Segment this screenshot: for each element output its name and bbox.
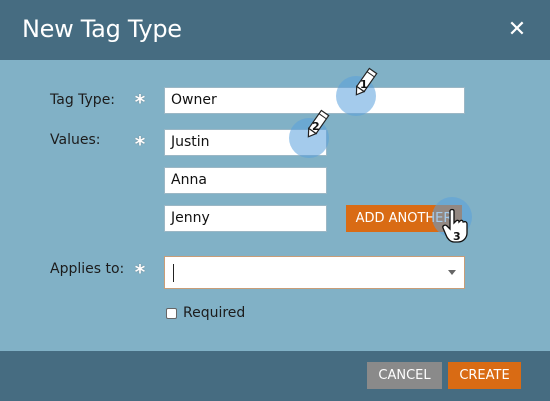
applies-to-select[interactable] xyxy=(164,256,465,289)
step-number-1: 1 xyxy=(360,78,368,91)
required-checkbox-label[interactable]: Required xyxy=(183,305,245,321)
text-caret xyxy=(173,264,174,282)
step-number-3: 3 xyxy=(453,230,461,243)
required-asterisk-icon: * xyxy=(134,260,146,284)
create-button[interactable]: CREATE xyxy=(448,362,521,389)
cancel-button[interactable]: CANCEL xyxy=(367,362,442,389)
required-asterisk-icon: * xyxy=(134,90,146,114)
values-label: Values: xyxy=(50,132,101,148)
step-number-2: 2 xyxy=(312,120,320,133)
dialog-header: New Tag Type ✕ xyxy=(0,0,550,60)
tag-type-label: Tag Type: xyxy=(50,92,116,108)
close-icon[interactable]: ✕ xyxy=(506,19,528,41)
value-input-3[interactable]: Jenny xyxy=(164,205,327,232)
applies-to-label: Applies to: xyxy=(50,261,125,277)
required-asterisk-icon: * xyxy=(134,132,146,156)
value-input-2[interactable]: Anna xyxy=(164,167,327,194)
chevron-down-icon[interactable] xyxy=(448,270,456,275)
required-checkbox[interactable] xyxy=(166,308,177,319)
dialog-title: New Tag Type xyxy=(22,15,182,43)
